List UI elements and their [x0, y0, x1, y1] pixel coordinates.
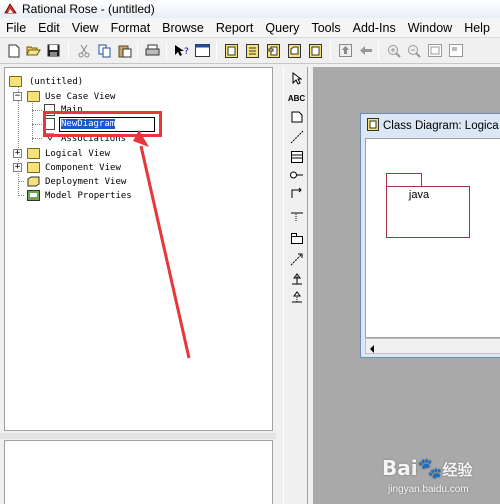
- tree-connector: [18, 87, 19, 196]
- toolbar-separator: [378, 42, 379, 60]
- title-bar: Rational Rose - (untitled): [0, 0, 500, 18]
- unidirectional-association-icon[interactable]: [288, 185, 305, 200]
- generalization-icon[interactable]: [288, 271, 305, 286]
- fit-in-window-icon[interactable]: [427, 43, 442, 58]
- use-case-diagram-icon: [44, 104, 55, 116]
- diagram-canvas[interactable]: java: [365, 138, 500, 338]
- folder-icon: [27, 148, 40, 159]
- context-help-icon[interactable]: ?: [174, 43, 189, 58]
- rename-diagram-input[interactable]: NewDiagram: [59, 117, 155, 132]
- new-diagram-icon: [44, 118, 55, 130]
- tree-item-deployment-view[interactable]: Deployment View: [45, 177, 126, 188]
- browse-parent-icon[interactable]: [338, 43, 353, 58]
- scroll-left-icon[interactable]: [369, 342, 375, 356]
- browse-component-diagram-icon[interactable]: [266, 43, 281, 58]
- menu-add-ins[interactable]: Add-Ins: [347, 18, 402, 38]
- realization-icon[interactable]: [288, 289, 305, 304]
- tree-item-main[interactable]: Main: [61, 105, 83, 116]
- tree-connector: [32, 110, 42, 111]
- package-tab[interactable]: [386, 173, 422, 187]
- tree-connector: [32, 138, 42, 139]
- model-properties-icon: [27, 190, 40, 201]
- menu-view[interactable]: View: [66, 18, 105, 38]
- toolbar-separator: [216, 42, 217, 60]
- toolbar-separator: [68, 42, 69, 60]
- cut-icon[interactable]: [76, 43, 91, 58]
- model-root-icon: [9, 76, 22, 87]
- class-diagram-title: Class Diagram: Logica: [383, 120, 499, 132]
- package-icon[interactable]: [288, 231, 305, 246]
- menu-report[interactable]: Report: [210, 18, 260, 38]
- menu-bar: File Edit View Format Browse Report Quer…: [0, 18, 500, 38]
- save-icon[interactable]: [46, 43, 61, 58]
- zoom-out-icon[interactable]: [406, 43, 421, 58]
- copy-icon[interactable]: [97, 43, 112, 58]
- tree-connector: [18, 195, 24, 196]
- association-class-icon[interactable]: [288, 208, 305, 223]
- menu-window[interactable]: Window: [402, 18, 458, 38]
- tree-item-logical-view[interactable]: Logical View: [45, 149, 110, 160]
- menu-query[interactable]: Query: [259, 18, 305, 38]
- browse-interaction-diagram-icon[interactable]: [245, 43, 260, 58]
- class-icon[interactable]: [288, 149, 305, 164]
- expand-component-view-icon[interactable]: +: [13, 163, 22, 172]
- class-diagram-title-bar[interactable]: Class Diagram: Logica: [361, 114, 500, 138]
- browse-previous-icon[interactable]: [358, 43, 373, 58]
- toolbar-separator: [137, 42, 138, 60]
- class-diagram-icon: [367, 118, 379, 134]
- standard-toolbar: ?: [0, 38, 500, 64]
- toolbar-separator: [330, 42, 331, 60]
- folder-icon: [27, 91, 40, 102]
- view-doc-icon[interactable]: [195, 43, 210, 58]
- diagram-toolbox: ABC: [283, 67, 308, 504]
- new-icon[interactable]: [6, 43, 21, 58]
- paste-icon[interactable]: [117, 43, 132, 58]
- open-icon[interactable]: [26, 43, 41, 58]
- tree-connector: [32, 124, 42, 125]
- tree-item-use-case-view[interactable]: Use Case View: [45, 92, 115, 103]
- tree-item-root[interactable]: (untitled): [29, 77, 83, 88]
- rational-rose-app-icon: [4, 3, 17, 15]
- expand-logical-view-icon[interactable]: +: [13, 149, 22, 158]
- documentation-pane[interactable]: [4, 440, 273, 504]
- menu-browse[interactable]: Browse: [156, 18, 210, 38]
- menu-format[interactable]: Format: [105, 18, 157, 38]
- package-java[interactable]: java: [386, 186, 470, 238]
- menu-edit[interactable]: Edit: [32, 18, 66, 38]
- print-icon[interactable]: [145, 43, 160, 58]
- menu-file[interactable]: File: [0, 18, 32, 38]
- package-name: java: [408, 189, 430, 201]
- window-title: Rational Rose - (untitled): [22, 2, 155, 16]
- folder-icon: [27, 162, 40, 173]
- interface-icon[interactable]: [288, 167, 305, 182]
- browse-deployment-diagram-icon[interactable]: [287, 43, 302, 58]
- class-diagram-window: Class Diagram: Logica java: [360, 113, 500, 358]
- svg-text:?: ?: [184, 47, 189, 57]
- associations-icon: [44, 132, 57, 143]
- toolbar-separator: [166, 42, 167, 60]
- tree-connector: [18, 181, 24, 182]
- text-box-icon[interactable]: ABC: [288, 91, 305, 106]
- menu-help[interactable]: Help: [458, 18, 496, 38]
- undo-fit-icon[interactable]: [448, 43, 463, 58]
- anchor-note-icon[interactable]: [288, 129, 305, 144]
- tree-item-associations[interactable]: Associations: [61, 134, 126, 145]
- browse-component-package-icon[interactable]: [308, 43, 323, 58]
- pane-splitter[interactable]: [0, 433, 276, 439]
- tree-connector: [32, 101, 33, 142]
- browse-class-diagram-icon[interactable]: [224, 43, 239, 58]
- tree-item-model-properties[interactable]: Model Properties: [45, 191, 132, 202]
- note-icon[interactable]: [288, 109, 305, 124]
- new-diagram-name: NewDiagram: [61, 119, 116, 129]
- tree-item-component-view[interactable]: Component View: [45, 163, 121, 174]
- zoom-in-icon[interactable]: [386, 43, 401, 58]
- menu-tools[interactable]: Tools: [305, 18, 346, 38]
- dependency-icon[interactable]: [288, 251, 305, 266]
- selection-arrow-icon[interactable]: [288, 71, 305, 86]
- collapse-use-case-view-icon[interactable]: −: [13, 92, 22, 101]
- deployment-view-icon: [27, 176, 40, 187]
- horizontal-scrollbar[interactable]: [365, 338, 500, 354]
